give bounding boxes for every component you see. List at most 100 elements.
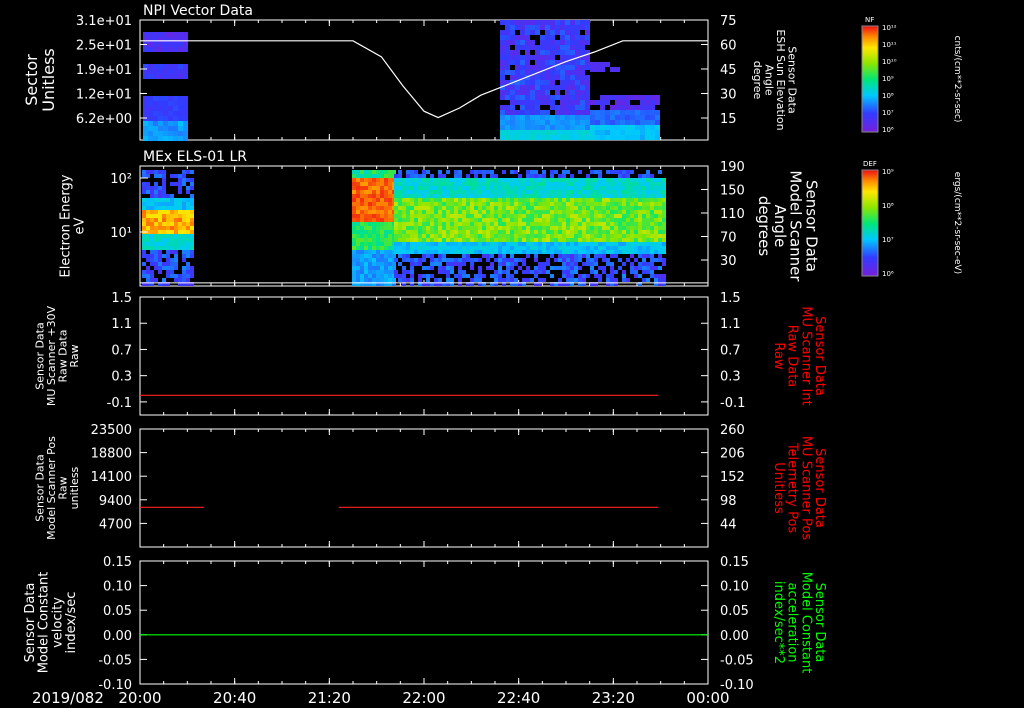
spectrogram-cell (356, 250, 360, 254)
spectrogram-cell (426, 278, 430, 282)
heatmap-cell (535, 130, 540, 135)
heatmap-cell (540, 60, 545, 65)
heatmap-cell (560, 115, 565, 120)
spectrogram-cell (486, 218, 490, 222)
spectrogram-cell (470, 230, 474, 234)
heatmap-cell (650, 135, 655, 140)
spectrogram-cell (474, 194, 478, 198)
spectrogram-cell (182, 226, 186, 230)
spectrogram-cell (410, 234, 414, 238)
spectrogram-cell (182, 270, 186, 274)
spectrogram-cell (162, 218, 166, 222)
heatmap-cell (565, 25, 570, 30)
y2-tick-label: 152 (720, 470, 745, 485)
spectrogram-cell (174, 258, 178, 262)
spectrogram-cell (368, 262, 372, 266)
spectrogram-cell (634, 206, 638, 210)
spectrogram-cell (364, 210, 368, 214)
spectrogram-cell (186, 214, 190, 218)
spectrogram-cell (626, 234, 630, 238)
heatmap-cell (610, 105, 615, 110)
spectrogram-cell (454, 246, 458, 250)
spectrogram-cell (170, 222, 174, 226)
spectrogram-cell (446, 210, 450, 214)
spectrogram-cell (360, 246, 364, 250)
spectrogram-cell (372, 210, 376, 214)
spectrogram-cell (150, 278, 154, 282)
spectrogram-cell (610, 182, 614, 186)
spectrogram-cell (554, 198, 558, 202)
spectrogram-cell (614, 226, 618, 230)
y-axis-label: Sensor DataModel Scanner PosRawunitless (34, 436, 82, 540)
spectrogram-cell (590, 250, 594, 254)
heatmap-cell (510, 90, 515, 95)
spectrogram-cell (638, 186, 642, 190)
spectrogram-cell (158, 238, 162, 242)
spectrogram-cell (646, 278, 650, 282)
spectrogram-cell (534, 230, 538, 234)
spectrogram-cell (610, 198, 614, 202)
heatmap-cell (540, 40, 545, 45)
spectrogram-cell (486, 266, 490, 270)
spectrogram-cell (430, 262, 434, 266)
spectrogram-cell (566, 210, 570, 214)
spectrogram-cell (558, 246, 562, 250)
spectrogram-cell (446, 218, 450, 222)
spectrogram-cell (146, 242, 150, 246)
spectrogram-cell (662, 218, 666, 222)
spectrogram-cell (410, 170, 414, 174)
spectrogram-cell (380, 254, 384, 258)
spectrogram-cell (190, 230, 194, 234)
spectrogram-cell (566, 190, 570, 194)
y2-tick-label: 1.1 (720, 317, 741, 332)
y2-tick-label: 98 (720, 494, 737, 509)
spectrogram-cell (150, 222, 154, 226)
heatmap-cell (535, 105, 540, 110)
spectrogram-cell (590, 214, 594, 218)
spectrogram-cell (610, 178, 614, 182)
spectrogram-cell (550, 254, 554, 258)
heatmap-cell (580, 105, 585, 110)
heatmap-cell (555, 125, 560, 130)
spectrogram-cell (494, 210, 498, 214)
heatmap-cell (153, 106, 158, 111)
spectrogram-cell (376, 210, 380, 214)
spectrogram-cell (502, 258, 506, 262)
heatmap-cell (168, 136, 173, 141)
spectrogram-cell (606, 178, 610, 182)
heatmap-cell (520, 45, 525, 50)
spectrogram-cell (384, 242, 388, 246)
spectrogram-cell (518, 222, 522, 226)
spectrogram-cell (356, 202, 360, 206)
spectrogram-cell (426, 214, 430, 218)
spectrogram-cell (566, 202, 570, 206)
spectrogram-cell (380, 194, 384, 198)
heatmap-cell (163, 131, 168, 136)
spectrogram-cell (410, 266, 414, 270)
spectrogram-cell (590, 234, 594, 238)
spectrogram-cell (170, 182, 174, 186)
heatmap-cell (645, 105, 650, 110)
spectrogram-cell (450, 218, 454, 222)
spectrogram-cell (634, 218, 638, 222)
heatmap-cell (505, 30, 510, 35)
spectrogram-cell (654, 202, 658, 206)
heatmap-cell (183, 111, 188, 116)
heatmap-cell (183, 116, 188, 121)
heatmap-cell (183, 69, 188, 74)
heatmap-cell (540, 20, 545, 25)
spectrogram-cell (642, 234, 646, 238)
spectrogram-cell (590, 178, 594, 182)
spectrogram-cell (454, 198, 458, 202)
spectrogram-cell (534, 178, 538, 182)
spectrogram-cell (166, 218, 170, 222)
spectrogram-cell (634, 210, 638, 214)
spectrogram-cell (566, 250, 570, 254)
spectrogram-cell (602, 186, 606, 190)
spectrogram-cell (372, 274, 376, 278)
spectrogram-cell (190, 194, 194, 198)
spectrogram-cell (368, 210, 372, 214)
spectrogram-cell (388, 262, 392, 266)
spectrogram-cell (498, 206, 502, 210)
heatmap-cell (525, 95, 530, 100)
